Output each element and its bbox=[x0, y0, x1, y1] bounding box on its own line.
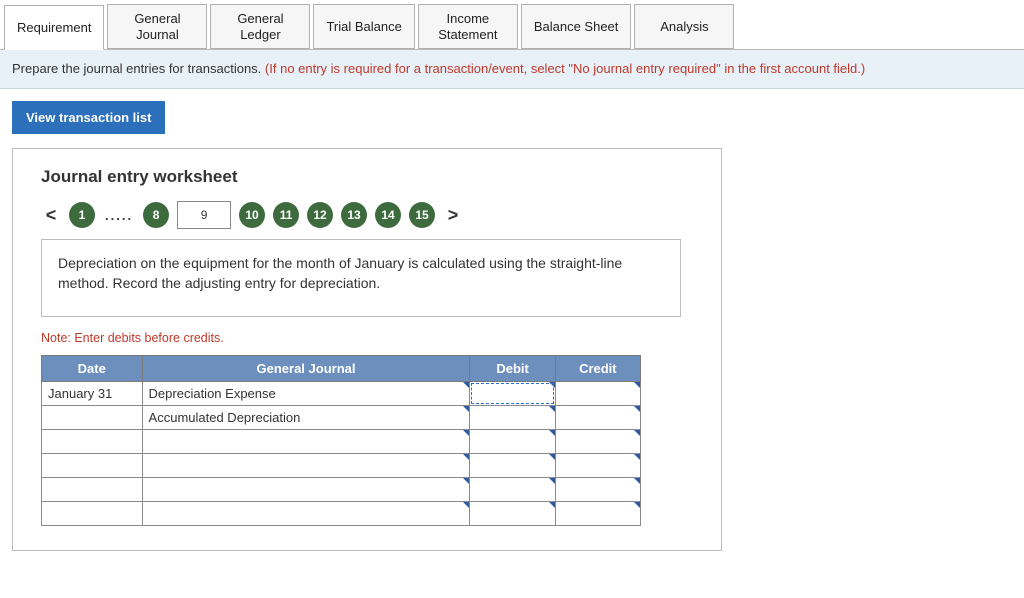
table-row bbox=[42, 501, 641, 525]
dropdown-icon bbox=[634, 502, 640, 508]
dropdown-icon bbox=[634, 406, 640, 412]
step-13[interactable]: 13 bbox=[341, 202, 367, 228]
table-row bbox=[42, 477, 641, 501]
tab-trial-balance[interactable]: Trial Balance bbox=[313, 4, 414, 49]
step-15[interactable]: 15 bbox=[409, 202, 435, 228]
cell-general-journal[interactable] bbox=[142, 477, 470, 501]
cell-date[interactable] bbox=[42, 501, 143, 525]
step-9[interactable]: 9 bbox=[177, 201, 231, 229]
cell-date[interactable] bbox=[42, 477, 143, 501]
tab-analysis[interactable]: Analysis bbox=[634, 4, 734, 49]
pager-next-icon[interactable]: > bbox=[443, 205, 463, 226]
worksheet-panel: Journal entry worksheet <1..... 89 10 11 12 1… bbox=[12, 148, 722, 550]
transaction-description: Depreciation on the equipment for the mo… bbox=[41, 239, 681, 316]
cell-date[interactable] bbox=[42, 429, 143, 453]
tab-balance-sheet[interactable]: Balance Sheet bbox=[521, 4, 632, 49]
tab-income-statement[interactable]: IncomeStatement bbox=[418, 4, 518, 49]
dropdown-icon bbox=[463, 382, 469, 388]
dropdown-icon bbox=[463, 454, 469, 460]
tab-general-ledger[interactable]: GeneralLedger bbox=[210, 4, 310, 49]
cell-debit[interactable] bbox=[470, 429, 555, 453]
step-14[interactable]: 14 bbox=[375, 202, 401, 228]
cell-debit[interactable] bbox=[470, 381, 555, 405]
cell-credit[interactable] bbox=[555, 381, 640, 405]
cell-general-journal[interactable]: Accumulated Depreciation bbox=[142, 405, 470, 429]
cell-date[interactable] bbox=[42, 405, 143, 429]
cell-date[interactable] bbox=[42, 453, 143, 477]
dropdown-icon bbox=[549, 502, 555, 508]
step-10[interactable]: 10 bbox=[239, 202, 265, 228]
cell-general-journal[interactable] bbox=[142, 429, 470, 453]
dropdown-icon bbox=[549, 478, 555, 484]
dropdown-icon bbox=[549, 454, 555, 460]
instruction-text: Prepare the journal entries for transact… bbox=[12, 61, 265, 76]
col-header-date: Date bbox=[42, 355, 143, 381]
dropdown-icon bbox=[634, 382, 640, 388]
cell-general-journal[interactable] bbox=[142, 501, 470, 525]
cell-general-journal[interactable] bbox=[142, 453, 470, 477]
debits-before-credits-note: Note: Enter debits before credits. bbox=[41, 331, 693, 345]
step-12[interactable]: 12 bbox=[307, 202, 333, 228]
worksheet-title: Journal entry worksheet bbox=[41, 167, 693, 187]
table-row: January 31Depreciation Expense bbox=[42, 381, 641, 405]
cell-credit[interactable] bbox=[555, 453, 640, 477]
dropdown-icon bbox=[549, 430, 555, 436]
step-1[interactable]: 1 bbox=[69, 202, 95, 228]
step-11[interactable]: 11 bbox=[273, 202, 299, 228]
dropdown-icon bbox=[463, 478, 469, 484]
pager-prev-icon[interactable]: < bbox=[41, 205, 61, 226]
cell-debit[interactable] bbox=[470, 477, 555, 501]
cell-credit[interactable] bbox=[555, 405, 640, 429]
cell-credit[interactable] bbox=[555, 501, 640, 525]
table-row bbox=[42, 429, 641, 453]
tab-bar: RequirementGeneralJournalGeneralLedgerTr… bbox=[0, 0, 1024, 50]
step-8[interactable]: 8 bbox=[143, 202, 169, 228]
table-row: Accumulated Depreciation bbox=[42, 405, 641, 429]
dropdown-icon bbox=[463, 430, 469, 436]
dropdown-icon bbox=[634, 454, 640, 460]
dropdown-icon bbox=[549, 382, 555, 388]
cell-date[interactable]: January 31 bbox=[42, 381, 143, 405]
dropdown-icon bbox=[463, 502, 469, 508]
instruction-bar: Prepare the journal entries for transact… bbox=[0, 50, 1024, 89]
dropdown-icon bbox=[634, 478, 640, 484]
col-header-general-journal: General Journal bbox=[142, 355, 470, 381]
cell-credit[interactable] bbox=[555, 429, 640, 453]
table-row bbox=[42, 453, 641, 477]
journal-entry-table: Date General Journal Debit Credit Januar… bbox=[41, 355, 641, 526]
pager-ellipsis: ..... bbox=[103, 208, 135, 223]
cell-debit[interactable] bbox=[470, 501, 555, 525]
instruction-hint: (If no entry is required for a transacti… bbox=[265, 61, 865, 76]
cell-debit[interactable] bbox=[470, 405, 555, 429]
dropdown-icon bbox=[549, 406, 555, 412]
view-transaction-list-button[interactable]: View transaction list bbox=[12, 101, 165, 134]
tab-general-journal[interactable]: GeneralJournal bbox=[107, 4, 207, 49]
col-header-credit: Credit bbox=[555, 355, 640, 381]
cell-general-journal[interactable]: Depreciation Expense bbox=[142, 381, 470, 405]
col-header-debit: Debit bbox=[470, 355, 555, 381]
cell-credit[interactable] bbox=[555, 477, 640, 501]
cell-debit[interactable] bbox=[470, 453, 555, 477]
step-pager: <1..... 89 10 11 12 13 14 15 > bbox=[41, 201, 693, 229]
tab-requirement[interactable]: Requirement bbox=[4, 5, 104, 50]
dropdown-icon bbox=[634, 430, 640, 436]
dropdown-icon bbox=[463, 406, 469, 412]
